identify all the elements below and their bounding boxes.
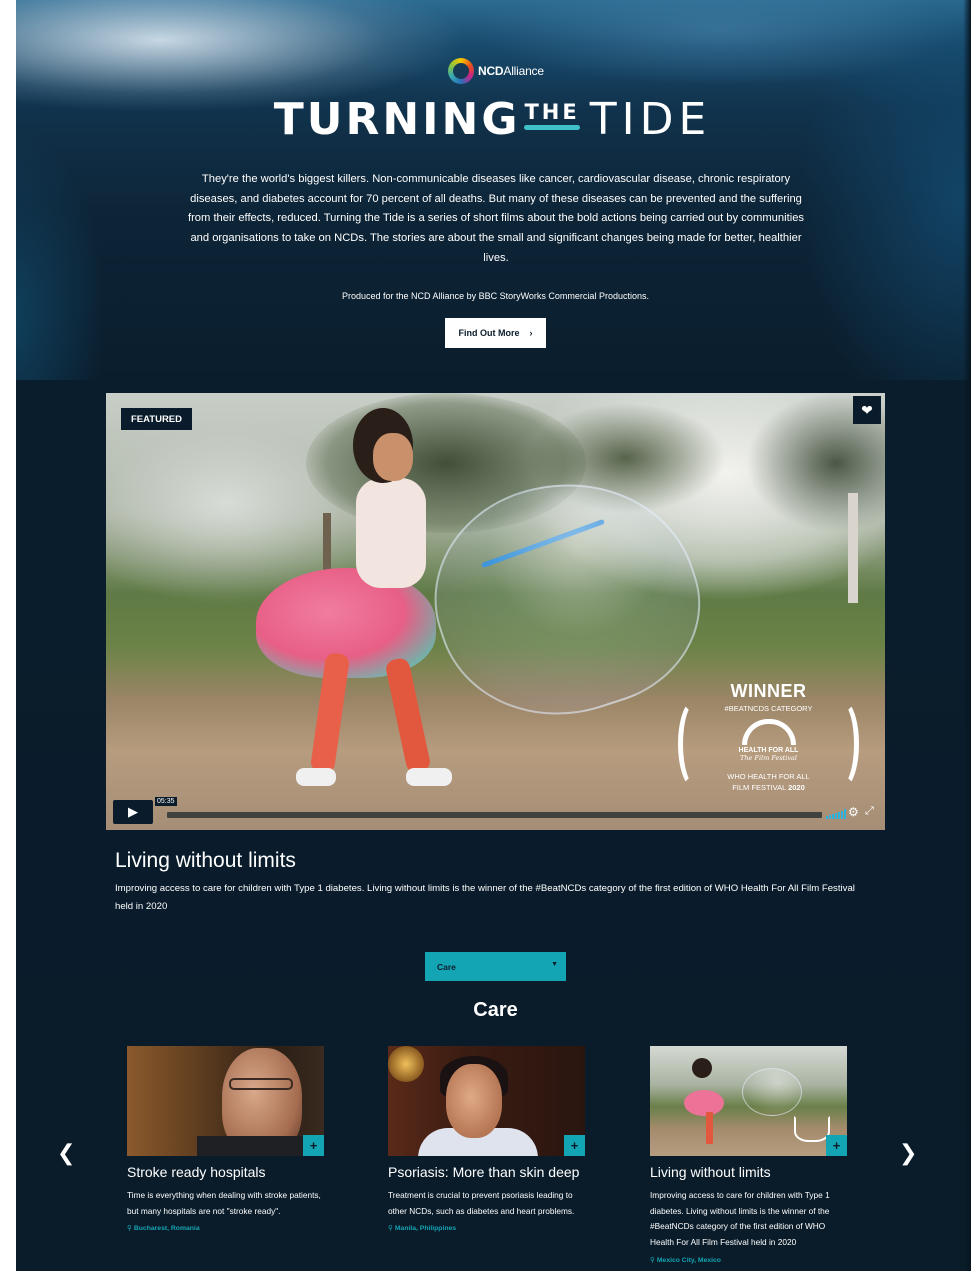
add-icon[interactable]: + [564,1135,585,1156]
video-scene-girl-body [356,478,426,588]
laurel-right-icon [825,699,859,789]
video-duration: 05:35 [155,797,177,806]
play-icon: ▶ [128,804,138,819]
film-location: ⚲ Mexico City, Mexico [650,1256,721,1264]
film-description: Treatment is crucial to prevent psoriasi… [388,1190,575,1216]
film-card[interactable]: + Living without limits Improving access… [650,1046,847,1264]
heart-icon: ❤ [861,401,873,418]
title-word-the: THE [524,100,580,130]
film-title[interactable]: Psoriasis: More than skin deep [388,1164,585,1180]
film-description: Time is everything when dealing with str… [127,1190,321,1216]
find-out-more-label: Find Out More [458,328,520,338]
title-word-tide: TIDE [589,94,712,145]
chevron-down-icon: ▼ [551,961,558,968]
play-button[interactable]: ▶ [113,800,153,824]
thumbnail-girl-head [692,1058,712,1078]
ncd-alliance-logo[interactable]: NCDAlliance [448,57,544,85]
film-location: ⚲ Bucharest, Romania [127,1225,200,1233]
film-card[interactable]: + Psoriasis: More than skin deep Treatme… [388,1046,585,1232]
laurel-left-icon [678,699,712,789]
thumbnail-girl-leg [706,1112,713,1144]
thumbnail-laurel-icon [794,1116,830,1142]
favorite-button[interactable]: ❤ [853,396,881,424]
page-title: TURNING THE TIDE [0,94,971,145]
chevron-right-icon: ❯ [899,1140,918,1165]
film-description: Improving access to care for children wi… [650,1190,830,1248]
film-thumbnail[interactable]: + [388,1046,585,1156]
thumbnail-bubble [742,1068,802,1116]
title-word-turning: TURNING [273,94,521,145]
festival-logo-arc-icon [741,719,796,745]
chevron-right-icon: › [529,328,533,338]
page: NCDAlliance TURNING THE TIDE They're the w… [0,0,971,1271]
film-title[interactable]: Living without limits [650,1164,847,1180]
video-scene-trunk [848,493,858,603]
featured-badge: FEATURED [121,408,192,430]
location-pin-icon: ⚲ [388,1225,393,1233]
video-progress-bar[interactable] [167,812,822,818]
thumbnail-glasses [229,1078,293,1090]
page-edge-shadow [963,0,971,1271]
section-title: Care [473,999,518,1021]
location-pin-icon: ⚲ [127,1225,132,1233]
volume-icon[interactable] [826,809,846,819]
add-icon[interactable]: + [826,1135,847,1156]
thumbnail-person [446,1064,502,1138]
video-scene-shoe [296,768,336,786]
featured-description: Improving access to care for children wi… [115,883,855,912]
film-thumbnail[interactable]: + [650,1046,847,1156]
gear-icon[interactable]: ⚙ [848,805,859,819]
produced-credit: Produced for the NCD Alliance by BBC Sto… [342,291,649,301]
video-scene-shoe [406,768,452,786]
find-out-more-button[interactable]: Find Out More › [445,318,546,348]
film-thumbnail[interactable]: + [127,1046,324,1156]
fullscreen-icon[interactable]: ⤢ [865,805,874,818]
film-location: ⚲ Manila, Philippines [388,1225,457,1233]
thumbnail-lamp [388,1046,424,1082]
logo-ring-icon [448,58,474,84]
page-edge [0,0,16,1271]
location-pin-icon: ⚲ [650,1256,655,1264]
logo-text: NCDAlliance [478,64,544,78]
featured-video-player[interactable]: FEATURED ❤ WINNER #BEATNCDS CATEGORY HEA… [106,393,885,830]
chevron-left-icon: ❮ [57,1140,76,1165]
featured-title[interactable]: Living without limits [115,849,296,873]
video-scene-girl-leg [384,656,432,775]
filter-selected-value: Care [437,961,456,972]
award-laurel: WINNER #BEATNCDS CATEGORY HEALTH FOR ALL… [676,681,861,801]
film-title[interactable]: Stroke ready hospitals [127,1164,324,1180]
intro-text: They're the world's biggest killers. Non… [187,173,805,264]
video-scene-girl-face [373,433,413,481]
add-icon[interactable]: + [303,1135,324,1156]
carousel-next-button[interactable]: ❯ [899,1140,917,1166]
thumbnail-girl-skirt [684,1090,724,1116]
film-card[interactable]: + Stroke ready hospitals Time is everyth… [127,1046,324,1232]
carousel-prev-button[interactable]: ❮ [57,1140,75,1166]
category-filter-select[interactable]: Care ▼ [425,952,566,981]
video-controls: ▶ 05:35 ⚙ ⤢ [106,794,885,830]
